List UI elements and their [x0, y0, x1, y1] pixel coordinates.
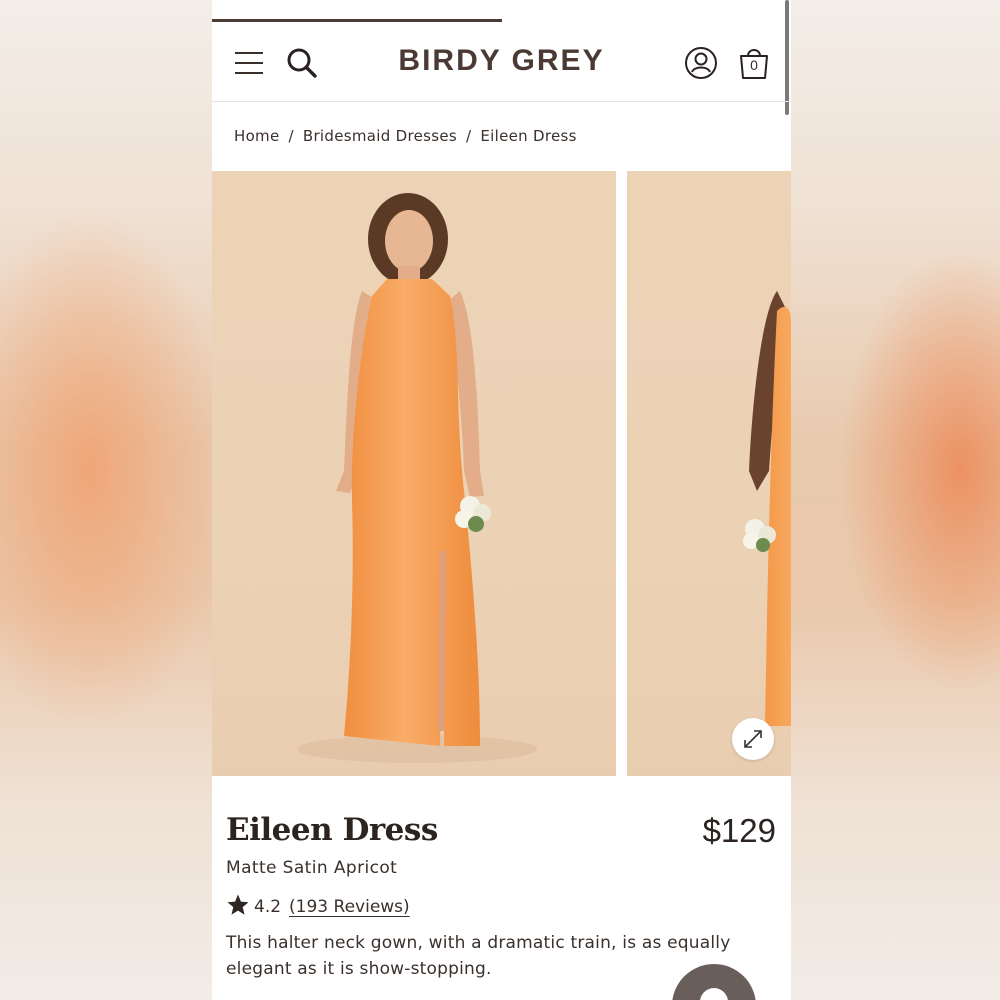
page-progress-bar	[212, 19, 502, 22]
breadcrumb-separator: /	[288, 127, 294, 145]
product-rating: 4.2 (193 Reviews)	[226, 893, 410, 917]
expand-arrows-icon	[744, 730, 762, 748]
account-icon[interactable]	[684, 46, 718, 80]
breadcrumb: Home / Bridesmaid Dresses / Eileen Dress	[234, 127, 577, 145]
site-header: BIRDY GREY 0	[212, 24, 791, 102]
star-icon	[226, 893, 250, 917]
mobile-page: BIRDY GREY 0 Home / Bridesmaid Dresses / Eil…	[212, 0, 791, 1000]
expand-image-button[interactable]	[732, 718, 774, 760]
product-price: $129	[702, 812, 776, 849]
breadcrumb-separator: /	[466, 127, 472, 145]
breadcrumb-bridesmaid-dresses[interactable]: Bridesmaid Dresses	[303, 127, 457, 145]
product-title: Eileen Dress	[226, 812, 438, 848]
product-photo-front[interactable]	[212, 171, 616, 776]
breadcrumb-home[interactable]: Home	[234, 127, 280, 145]
search-icon[interactable]	[286, 47, 318, 79]
shopping-bag-icon[interactable]: 0	[738, 46, 770, 80]
product-color-variant: Matte Satin Apricot	[226, 858, 398, 878]
cart-count-badge: 0	[750, 57, 758, 73]
breadcrumb-current: Eileen Dress	[480, 127, 577, 145]
rating-value: 4.2	[254, 897, 282, 917]
product-photo-side[interactable]	[627, 171, 791, 776]
brand-logo[interactable]: BIRDY GREY	[398, 44, 604, 77]
reviews-link[interactable]: (193 Reviews)	[289, 897, 410, 917]
menu-icon[interactable]	[234, 50, 264, 76]
product-image-gallery[interactable]	[212, 171, 791, 776]
